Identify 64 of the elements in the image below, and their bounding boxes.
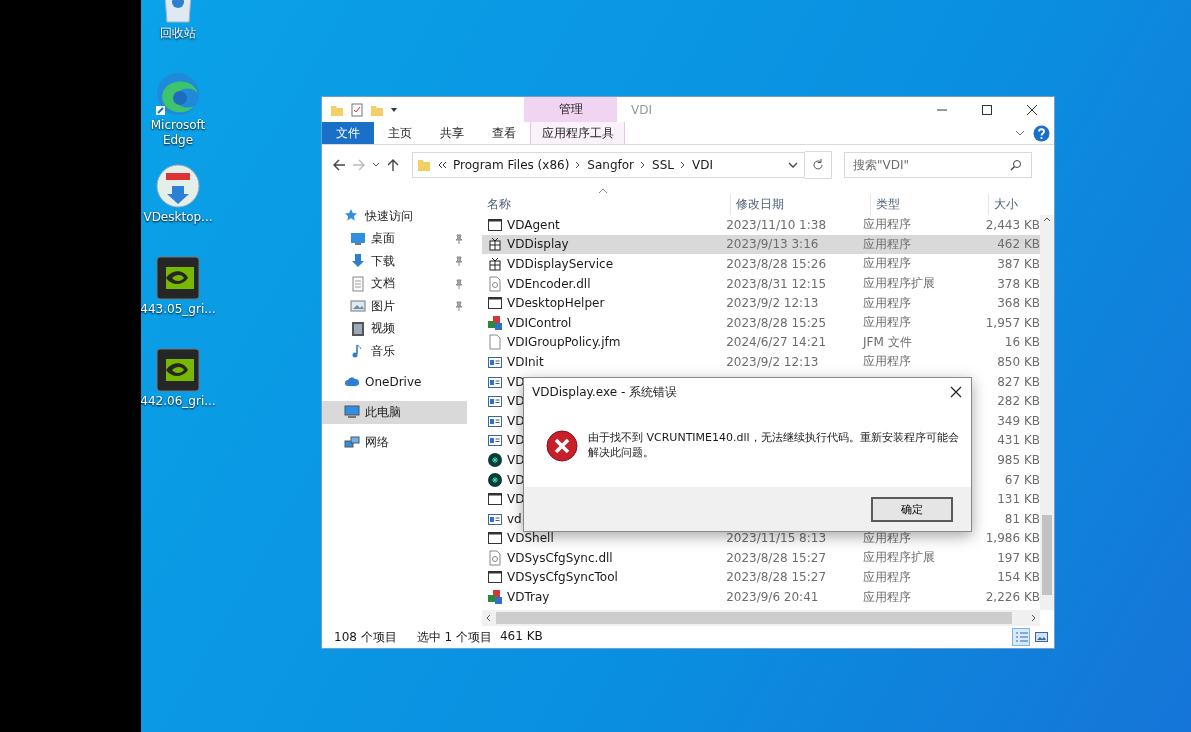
file-size: 2,443 KB [985,217,1040,232]
file-name: vd [507,511,522,526]
file-size: 387 KB [997,257,1040,271]
file-size: 154 KB [997,570,1040,585]
file-name: VDInit [507,354,544,369]
modified-date: 2023/8/28 15:26 [726,257,827,271]
file-type: 应用程序 [862,530,911,545]
file-name: VDIGroupPolicy.jfm [507,335,621,350]
file-type: 应用程序扩展 [862,276,935,291]
file-type: 应用程序 [862,354,911,369]
modified-date: 2023/8/31 12:15 [726,276,827,291]
modified-date: 2024/6/27 14:21 [726,335,827,350]
file-type: JFM 文件 [862,334,912,349]
selection-size: 461 KB [500,628,543,645]
modified-date: 2023/8/28 15:27 [726,550,827,565]
file-name: VDTray [507,590,550,605]
file-size: 131 KB [997,492,1040,507]
file-size: 850 KB [997,354,1040,369]
file-size: 67 KB [1004,472,1040,487]
file-type: 应用程序 [862,589,911,604]
file-size: 1,986 KB [985,531,1040,546]
file-name: VDesktopHelper [507,296,605,311]
file-type: 应用程序 [862,217,911,232]
file-name: VDDisplayService [507,257,614,271]
file-size: 462 KB [997,237,1040,252]
modified-date: 2023/9/2 12:13 [726,296,819,311]
file-type: 应用程序 [862,236,911,251]
file-type: 应用程序扩展 [862,550,935,565]
file-name: VDSysCfgSyncTool [507,570,618,585]
file-size: 985 KB [997,452,1040,467]
file-size: 81 KB [1004,511,1040,526]
dialog-title: VDDisplay.exe - 系统错误 [532,383,679,401]
file-type: 应用程序 [862,315,911,330]
modified-date: 2023/8/28 15:25 [726,315,827,330]
file-size: 16 KB [1004,335,1040,350]
selection-count: 选中 1 个项目 [416,628,492,646]
file-size: 2,226 KB [985,590,1040,605]
file-size: 378 KB [997,276,1040,291]
file-size: 197 KB [997,550,1040,565]
modified-date: 2023/9/2 12:13 [726,354,819,369]
file-type: 应用程序 [862,295,911,310]
file-name: VDDisplay [507,237,569,252]
file-size: 368 KB [997,296,1040,311]
window-title: VDI [630,101,653,119]
file-type: 应用程序 [862,256,911,271]
modified-date: 2023/8/28 15:27 [726,570,827,585]
modified-date: 2023/11/10 1:38 [726,217,827,232]
file-name: VDAgent [507,217,560,232]
file-size: 349 KB [997,413,1040,428]
item-count: 108 个项目 [334,628,397,646]
modified-date: 2023/9/6 20:41 [726,590,819,605]
file-type: 应用程序 [862,570,911,584]
file-name: VDShell [507,531,554,546]
file-size: 431 KB [997,433,1040,448]
context-tab-header: 管理 [524,97,617,122]
modified-date: 2023/9/13 3:16 [726,237,819,252]
error-message: 由于找不到 VCRUNTIME140.dll，无法继续执行代码。重新安装程序可能会解决此问题。 [588,430,960,460]
file-size: 1,957 KB [985,315,1040,330]
file-size: 282 KB [997,394,1040,409]
file-name: VDEncoder.dll [507,276,591,291]
modified-date: 2023/11/15 8:13 [726,531,827,546]
file-name: VDIControl [507,315,572,330]
file-size: 827 KB [997,374,1040,389]
file-name: VDSysCfgSync.dll [507,550,613,565]
